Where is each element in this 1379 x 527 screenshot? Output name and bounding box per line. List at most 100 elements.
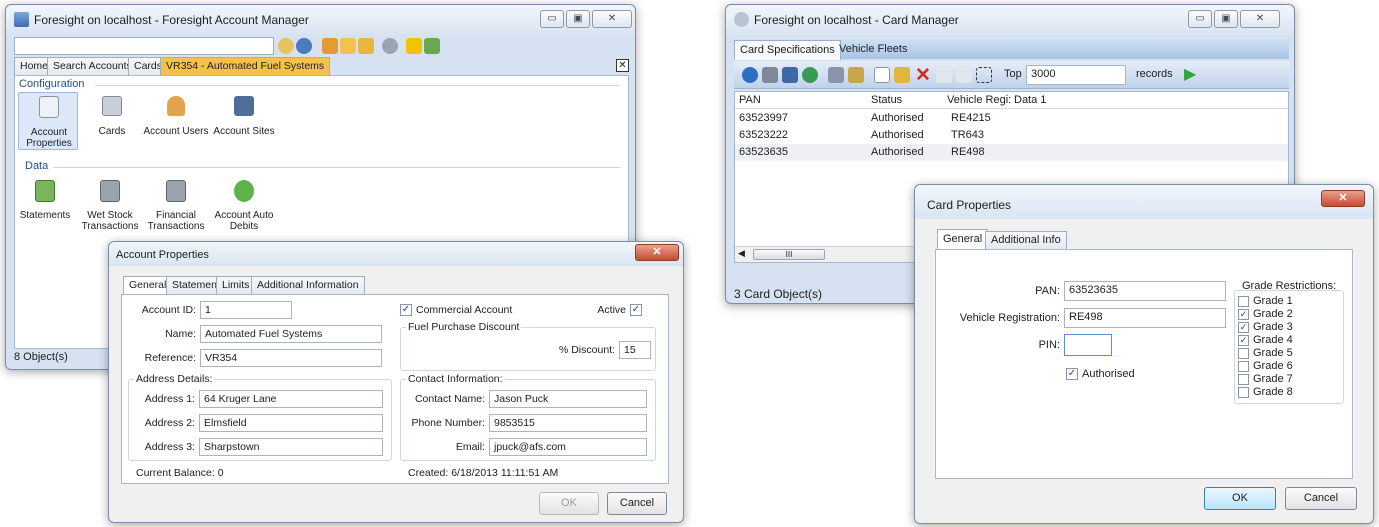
back-icon[interactable] (322, 38, 338, 54)
refresh-icon[interactable] (742, 67, 758, 83)
grade-option[interactable]: ✓ Grade 4 (1238, 334, 1338, 347)
grade-option[interactable]: ✓ Grade 2 (1238, 308, 1338, 321)
folder-icon[interactable] (358, 38, 374, 54)
calendar-icon[interactable] (848, 67, 864, 83)
toolbar-icons (278, 38, 448, 54)
grade-option[interactable]: ✓ Grade 3 (1238, 321, 1338, 334)
warning-icon[interactable] (406, 38, 422, 54)
open-folder-icon[interactable] (894, 67, 910, 83)
name-field[interactable]: Automated Fuel Systems (200, 325, 382, 343)
forward-icon[interactable] (340, 38, 356, 54)
grade-checkbox[interactable] (1238, 348, 1249, 359)
email-field[interactable]: jpuck@afs.com (489, 438, 647, 456)
grade-checkbox[interactable]: ✓ (1238, 335, 1249, 346)
cancel-button[interactable]: Cancel (607, 492, 667, 515)
grade-option[interactable]: Grade 7 (1238, 373, 1338, 386)
plug-icon[interactable] (424, 38, 440, 54)
scroll-thumb[interactable]: III (753, 249, 825, 260)
pan-field[interactable]: 63523635 (1064, 281, 1226, 301)
close-button[interactable]: ✕ (592, 10, 632, 28)
authorised-checkbox[interactable]: ✓ (1066, 368, 1078, 380)
pin-field[interactable] (1064, 334, 1112, 356)
save-icon[interactable] (782, 67, 798, 83)
phone-field[interactable]: 9853515 (489, 414, 647, 432)
discount-field[interactable]: 15 (619, 341, 651, 359)
print-icon[interactable] (762, 67, 778, 83)
cancel-button[interactable]: Cancel (1285, 487, 1357, 510)
heart-icon[interactable] (296, 38, 312, 54)
tab-general[interactable]: General (937, 229, 989, 250)
data-item-auto-debits[interactable]: Account Auto Debits (211, 176, 277, 232)
grade-checkbox[interactable]: ✓ (1238, 322, 1249, 333)
commercial-checkbox[interactable]: ✓ (400, 304, 412, 316)
grade-option[interactable]: Grade 5 (1238, 347, 1338, 360)
data-item-wet-stock[interactable]: Wet Stock Transactions (77, 176, 143, 232)
export-icon[interactable] (828, 67, 844, 83)
grade-option[interactable]: Grade 6 (1238, 360, 1338, 373)
scroll-left-icon[interactable]: ◀ (738, 248, 745, 259)
col-pan[interactable]: PAN (739, 94, 761, 106)
new-icon[interactable] (874, 67, 890, 83)
select-icon[interactable] (976, 67, 992, 83)
maximize-button[interactable]: ▣ (566, 10, 590, 28)
col-vehicle[interactable]: Vehicle Regi: (947, 94, 1011, 106)
close-tab-icon[interactable]: ✕ (616, 59, 629, 72)
config-item-account-users[interactable]: Account Users (141, 92, 211, 142)
address3-field[interactable]: Sharpstown (199, 438, 383, 456)
grade-option[interactable]: Grade 1 (1238, 295, 1338, 308)
tab-vehicle-fleets[interactable]: Vehicle Fleets (834, 40, 912, 60)
grade-checkbox[interactable]: ✓ (1238, 309, 1249, 320)
minimize-button[interactable]: ▭ (1188, 10, 1212, 28)
reload-icon[interactable] (802, 67, 818, 83)
search-icon[interactable] (278, 38, 294, 54)
active-checkbox[interactable]: ✓ (630, 304, 642, 316)
copy-icon[interactable] (936, 67, 952, 83)
table-row[interactable]: 63523222 Authorised TR643 (735, 127, 1288, 144)
address1-field[interactable]: 64 Kruger Lane (199, 390, 383, 408)
run-icon[interactable]: ▶ (1184, 64, 1196, 84)
search-input[interactable] (14, 37, 274, 55)
tab-search-accounts[interactable]: Search Accounts (47, 57, 138, 75)
grade-label: Grade 3 (1253, 321, 1293, 333)
col-status[interactable]: Status (871, 94, 902, 106)
pin-label: PIN: (1038, 339, 1060, 351)
reference-field[interactable]: VR354 (200, 349, 382, 367)
table-row[interactable]: 63523635 Authorised RE498 (735, 144, 1288, 161)
grade-checkbox[interactable] (1238, 296, 1249, 307)
grade-checkbox[interactable] (1238, 361, 1249, 372)
maximize-button[interactable]: ▣ (1214, 10, 1238, 28)
tab-account[interactable]: VR354 - Automated Fuel Systems (160, 57, 331, 76)
close-button[interactable]: ✕ (635, 244, 679, 261)
tab-limits[interactable]: Limits (216, 276, 256, 294)
delete-icon[interactable]: ✕ (915, 64, 931, 87)
config-item-account-sites[interactable]: Account Sites (211, 92, 277, 142)
grade-checkbox[interactable] (1238, 374, 1249, 385)
contact-name-field[interactable]: Jason Puck (489, 390, 647, 408)
data-item-financial[interactable]: Financial Transactions (143, 176, 209, 232)
col-data1[interactable]: Data 1 (1014, 94, 1046, 106)
ok-button[interactable]: OK (1204, 487, 1276, 510)
tab-additional-information[interactable]: Additional Information (251, 276, 365, 294)
horizontal-scrollbar[interactable]: ◀ III (735, 246, 915, 262)
tab-card-specifications[interactable]: Card Specifications (734, 40, 841, 60)
tab-general[interactable]: General (123, 276, 173, 295)
tab-additional-info[interactable]: Additional Info (985, 231, 1067, 250)
vehicle-registration-field[interactable]: RE498 (1064, 308, 1226, 328)
config-item-account-properties[interactable]: Account Properties (18, 92, 78, 150)
address2-field[interactable]: Elmsfield (199, 414, 383, 432)
data-heading: Data (25, 160, 49, 172)
paste-icon[interactable] (956, 67, 972, 83)
data-item-statements[interactable]: Statements (17, 176, 73, 226)
close-button[interactable]: ✕ (1240, 10, 1280, 28)
account-id-field[interactable]: 1 (200, 301, 292, 319)
minimize-button[interactable]: ▭ (540, 10, 564, 28)
close-button[interactable]: ✕ (1321, 190, 1365, 207)
gear-icon[interactable] (382, 38, 398, 54)
top-records-input[interactable]: 3000 (1026, 65, 1126, 85)
ok-button[interactable]: OK (539, 492, 599, 515)
grade-option[interactable]: Grade 8 (1238, 386, 1338, 399)
address-group-label: Address Details: (134, 373, 215, 385)
table-row[interactable]: 63523997 Authorised RE4215 (735, 110, 1288, 127)
grade-checkbox[interactable] (1238, 387, 1249, 398)
config-item-cards[interactable]: Cards (87, 92, 137, 142)
